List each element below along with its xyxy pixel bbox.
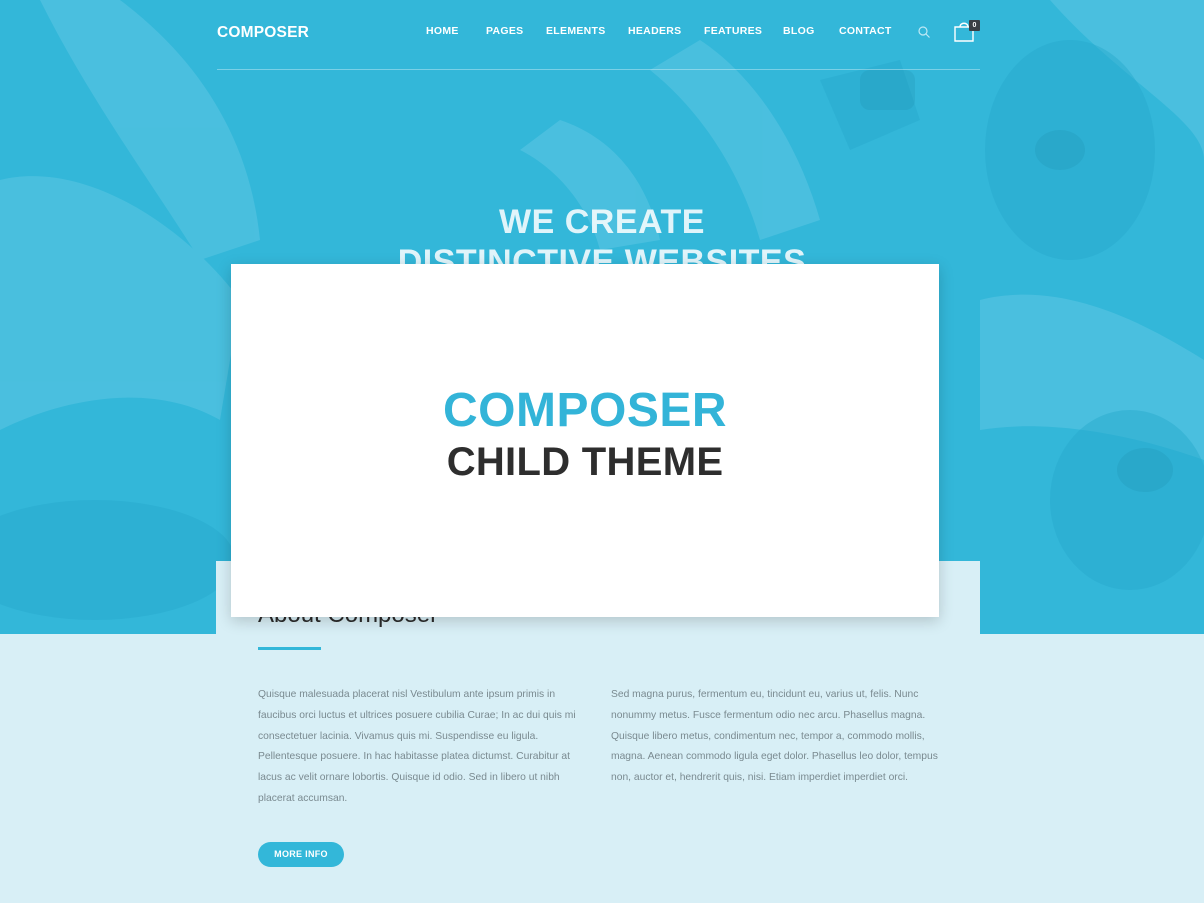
about-text-column-2: Sed magna purus, fermentum eu, tincidunt… [611, 689, 938, 784]
nav-item-contact[interactable]: CONTACT [839, 25, 892, 37]
site-header: COMPOSER HOME PAGES ELEMENTS HEADERS FEA… [217, 0, 980, 70]
nav-item-blog[interactable]: BLOG [783, 25, 815, 37]
hero-title-line1: WE CREATE [499, 203, 705, 241]
cart-count-badge: 0 [969, 20, 980, 31]
search-icon[interactable] [917, 25, 931, 39]
more-info-button[interactable]: MORE INFO [258, 842, 344, 867]
page: COMPOSER HOME PAGES ELEMENTS HEADERS FEA… [0, 0, 1204, 903]
about-text-column-1: Quisque malesuada placerat nisl Vestibul… [258, 689, 576, 804]
theme-overlay-card: COMPOSER CHILD THEME [231, 264, 939, 617]
nav-item-features[interactable]: FEATURES [704, 25, 762, 37]
nav-item-home[interactable]: HOME [426, 25, 459, 37]
nav-item-pages[interactable]: PAGES [486, 25, 523, 37]
nav-item-elements[interactable]: ELEMENTS [546, 25, 606, 37]
overlay-title-composer: COMPOSER [442, 384, 728, 437]
overlay-title-child-theme: CHILD THEME [446, 440, 724, 484]
nav-item-headers[interactable]: HEADERS [628, 25, 681, 37]
about-title-underline [258, 647, 321, 650]
main-nav: HOME PAGES ELEMENTS HEADERS FEATURES BLO… [217, 25, 980, 39]
